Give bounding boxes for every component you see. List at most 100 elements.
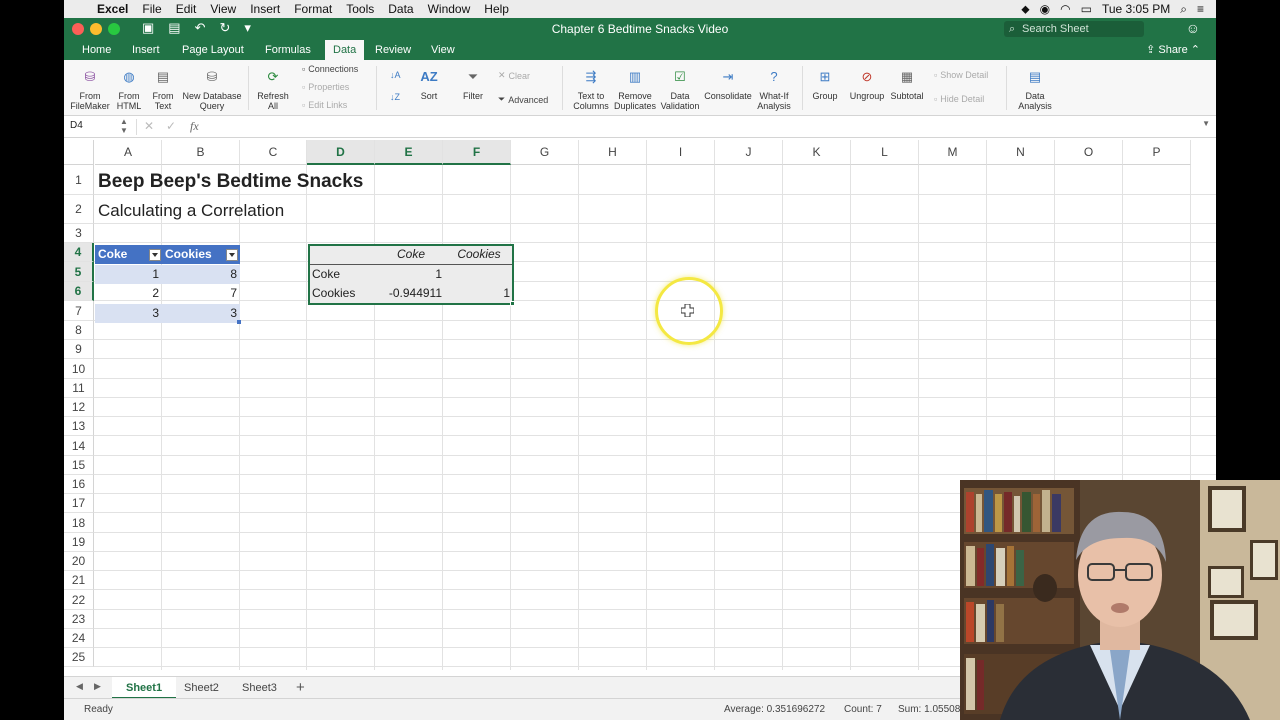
battery-icon[interactable]: ▭ (1081, 2, 1092, 16)
sort-button[interactable]: AZ Sort (414, 66, 444, 101)
filter-dropdown-icon[interactable] (149, 249, 161, 261)
filter-dropdown-icon[interactable] (226, 249, 238, 261)
menu-tools[interactable]: Tools (339, 0, 381, 18)
add-sheet-icon[interactable]: + (296, 679, 305, 696)
from-filemaker-button[interactable]: ⛁ From FileMaker (68, 66, 112, 111)
from-text-button[interactable]: ▤ From Text (148, 66, 178, 111)
menu-help[interactable]: Help (477, 0, 516, 18)
row-header-3[interactable]: 3 (64, 224, 94, 243)
sheet-title[interactable]: Beep Beep's Bedtime Snacks (95, 170, 366, 194)
ungroup-button[interactable]: ⊘ Ungroup (846, 66, 888, 101)
select-all-corner[interactable] (64, 140, 94, 165)
status-count[interactable]: Count: 7 (844, 704, 882, 715)
column-header-b[interactable]: B (162, 140, 240, 165)
menu-format[interactable]: Format (287, 0, 339, 18)
filter-button[interactable]: ⏷ Filter (458, 66, 488, 101)
row-header-13[interactable]: 13 (64, 417, 94, 436)
row-header-9[interactable]: 9 (64, 340, 94, 359)
column-header-l[interactable]: L (851, 140, 919, 165)
share-button[interactable]: ⇪ Share ⌃ (1146, 40, 1200, 60)
menu-edit[interactable]: Edit (169, 0, 204, 18)
confirm-entry-icon[interactable]: ✓ (166, 119, 176, 133)
row-header-25[interactable]: 25 (64, 648, 94, 667)
refresh-all-button[interactable]: ⟳ Refresh All (252, 66, 294, 111)
table-resize-handle[interactable] (237, 320, 241, 324)
group-button[interactable]: ⊞ Group (808, 66, 842, 101)
column-header-e[interactable]: E (375, 140, 443, 165)
row-header-7[interactable]: 7 (64, 301, 94, 321)
status-sum[interactable]: Sum: 1.05508 (898, 704, 960, 715)
table-cell[interactable]: 1 (95, 265, 162, 284)
remove-duplicates-button[interactable]: ▥ Remove Duplicates (612, 66, 658, 111)
edit-links-button[interactable]: ▫ Edit Links (302, 100, 347, 110)
row-header-4[interactable]: 4 (64, 243, 94, 262)
sheet-tab-1[interactable]: Sheet1 (112, 677, 177, 699)
tab-page-layout[interactable]: Page Layout (174, 40, 252, 60)
tab-formulas[interactable]: Formulas (257, 40, 319, 60)
sheet-tab-2[interactable]: Sheet2 (170, 677, 233, 699)
notification-list-icon[interactable]: ≡ (1197, 2, 1204, 16)
sort-descending-button[interactable]: ↓Z (390, 92, 400, 102)
table-cell[interactable]: 2 (95, 284, 162, 303)
properties-button[interactable]: ▫ Properties (302, 82, 349, 92)
tab-insert[interactable]: Insert (124, 40, 168, 60)
tab-home[interactable]: Home (74, 40, 119, 60)
hide-detail-button[interactable]: ▫ Hide Detail (934, 94, 984, 104)
sheet-tab-3[interactable]: Sheet3 (228, 677, 291, 699)
table-cell[interactable]: 8 (162, 265, 240, 284)
column-header-d[interactable]: D (307, 140, 375, 165)
row-header-2[interactable]: 2 (64, 195, 94, 224)
row-header-5[interactable]: 5 (64, 262, 94, 282)
tab-data[interactable]: Data (325, 40, 365, 60)
consolidate-button[interactable]: ⇥ Consolidate (702, 66, 754, 101)
table-header-cookies[interactable]: Cookies (162, 245, 240, 264)
column-header-n[interactable]: N (987, 140, 1055, 165)
table-cell[interactable]: 3 (95, 304, 162, 323)
column-header-h[interactable]: H (579, 140, 647, 165)
table-cell[interactable]: 3 (162, 304, 240, 323)
row-header-20[interactable]: 20 (64, 552, 94, 571)
feedback-smiley-icon[interactable]: ☺ (1186, 20, 1200, 36)
subtotal-button[interactable]: ▦ Subtotal (888, 66, 926, 101)
dropbox-icon[interactable]: ⬥ (1021, 2, 1029, 17)
row-header-19[interactable]: 19 (64, 533, 94, 552)
data-validation-button[interactable]: ☑ Data Validation (658, 66, 702, 111)
next-sheet-icon[interactable]: ▶ (94, 681, 101, 692)
column-header-a[interactable]: A (95, 140, 162, 165)
column-header-j[interactable]: J (715, 140, 783, 165)
sort-ascending-button[interactable]: ↓A (390, 70, 401, 80)
menu-insert[interactable]: Insert (243, 0, 287, 18)
row-header-16[interactable]: 16 (64, 475, 94, 494)
status-circle-icon[interactable]: ◉ (1040, 2, 1050, 16)
text-to-columns-button[interactable]: ⇶ Text to Columns (570, 66, 612, 111)
column-header-i[interactable]: I (647, 140, 715, 165)
menu-data[interactable]: Data (381, 0, 420, 18)
connections-button[interactable]: ▫ Connections (302, 64, 358, 74)
tab-view[interactable]: View (423, 40, 463, 60)
row-header-22[interactable]: 22 (64, 590, 94, 610)
row-header-1[interactable]: 1 (64, 165, 94, 195)
row-header-15[interactable]: 15 (64, 456, 94, 475)
row-header-6[interactable]: 6 (64, 282, 94, 301)
clock[interactable]: Tue 3:05 PM (1102, 2, 1170, 16)
prev-sheet-icon[interactable]: ◀ (76, 681, 83, 692)
column-header-m[interactable]: M (919, 140, 987, 165)
row-header-11[interactable]: 11 (64, 379, 94, 398)
clear-button[interactable]: ✕ Clear (498, 70, 530, 81)
menu-file[interactable]: File (135, 0, 168, 18)
row-header-24[interactable]: 24 (64, 629, 94, 648)
status-average[interactable]: Average: 0.351696272 (724, 704, 825, 715)
row-header-12[interactable]: 12 (64, 398, 94, 417)
row-header-8[interactable]: 8 (64, 321, 94, 340)
insert-function-icon[interactable]: fx (190, 119, 199, 134)
advanced-filter-button[interactable]: ⏷ Advanced (498, 94, 548, 105)
menu-app-name[interactable]: Excel (90, 0, 135, 18)
wifi-icon[interactable]: ◠ (1060, 2, 1070, 16)
column-header-p[interactable]: P (1123, 140, 1191, 165)
from-html-button[interactable]: ◍ From HTML (112, 66, 146, 111)
fill-handle[interactable] (510, 301, 515, 306)
expand-formula-bar-icon[interactable]: ▼ (1202, 119, 1210, 128)
table-cell[interactable]: 7 (162, 284, 240, 303)
name-box[interactable]: D4 (70, 120, 126, 131)
row-header-21[interactable]: 21 (64, 571, 94, 590)
